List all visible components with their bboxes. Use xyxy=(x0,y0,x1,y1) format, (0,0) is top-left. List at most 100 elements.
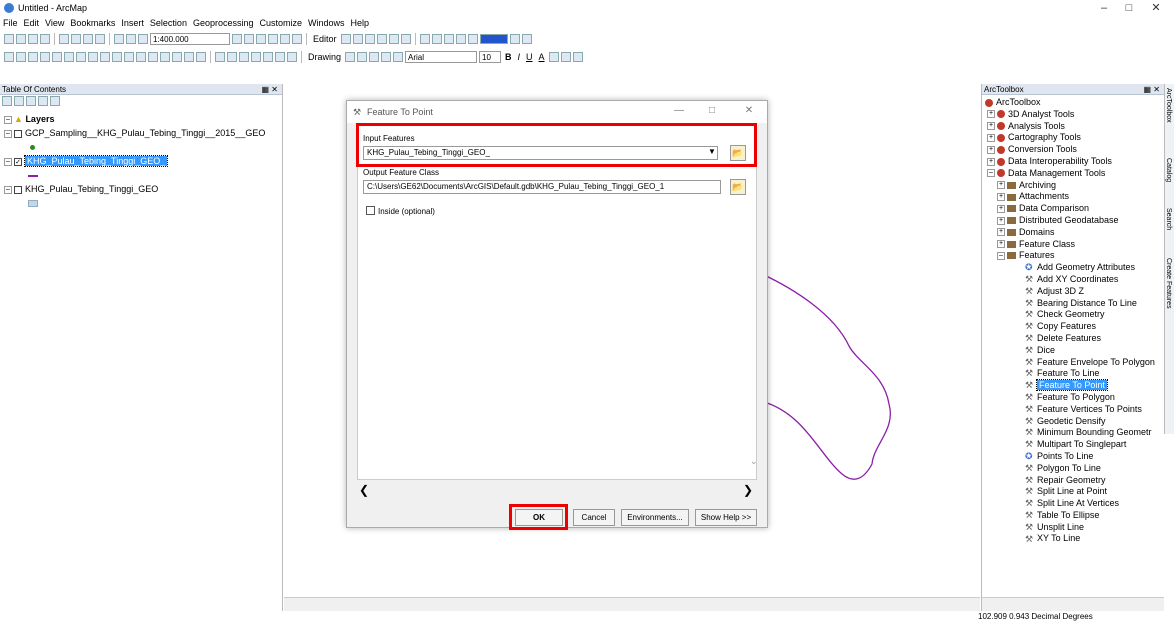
straight-segment-icon[interactable] xyxy=(352,33,363,44)
toolbox-item[interactable]: +3D Analyst Tools xyxy=(985,109,1164,121)
font-size-select[interactable]: 10 xyxy=(479,50,502,63)
expand-icon[interactable]: + xyxy=(987,122,995,131)
tool-item[interactable]: ⚒ Dice xyxy=(985,345,1164,357)
editor-menu[interactable]: Editor xyxy=(311,34,339,44)
tool-item[interactable]: ⚒ Feature To Line xyxy=(985,368,1164,380)
arctoolbox-side-tab[interactable]: ArcToolbox xyxy=(1165,84,1172,154)
collapse-icon[interactable]: – xyxy=(4,157,12,166)
menu-selection[interactable]: Selection xyxy=(147,16,190,30)
tool-item[interactable]: ⚒ Add XY Coordinates xyxy=(985,274,1164,286)
layer-visibility-checkbox[interactable]: ✓ xyxy=(14,157,22,166)
time-slider-icon[interactable] xyxy=(196,51,206,62)
toolset-item[interactable]: + Archiving xyxy=(985,180,1164,192)
menu-file[interactable]: File xyxy=(0,16,21,30)
line-color-icon[interactable] xyxy=(560,51,571,62)
menu-view[interactable]: View xyxy=(42,16,67,30)
print-icon[interactable] xyxy=(40,33,50,44)
expand-icon[interactable]: + xyxy=(987,145,995,154)
toc-layer-item[interactable]: – GCP_Sampling__KHG_Pulau_Tebing_Tinggi__… xyxy=(0,126,282,140)
data-view-icon[interactable] xyxy=(521,33,532,44)
dialog-horizontal-scrollbar[interactable]: ❮ ❯ xyxy=(357,483,757,498)
tool-item[interactable]: ⚒ Split Line at Point xyxy=(985,486,1164,498)
search-window-icon[interactable] xyxy=(268,33,278,44)
menu-windows[interactable]: Windows xyxy=(305,16,348,30)
python-icon[interactable] xyxy=(292,33,302,44)
clear-selection-icon[interactable] xyxy=(112,51,122,62)
toolbox-item[interactable]: + Data Interoperability Tools xyxy=(985,156,1164,168)
maximize-button[interactable]: □ xyxy=(1117,0,1141,16)
paste-icon[interactable] xyxy=(83,33,93,44)
tool-item[interactable]: ✪ Add Geometry Attributes xyxy=(985,262,1164,274)
close-button[interactable]: ✕ xyxy=(1144,0,1168,16)
font-name-select[interactable]: Arial xyxy=(405,50,478,63)
scroll-right-icon[interactable]: ❯ xyxy=(743,483,753,497)
split-icon[interactable] xyxy=(376,33,387,44)
full-extent-icon[interactable] xyxy=(40,51,50,62)
list-by-drawing-order-icon[interactable] xyxy=(2,96,12,106)
collapse-icon[interactable]: – xyxy=(4,115,12,124)
tool-item[interactable]: ⚒ Feature To Polygon xyxy=(985,392,1164,404)
georeferencing-icon[interactable] xyxy=(419,33,430,44)
tool-item[interactable]: ⚒ XY To Line xyxy=(985,533,1164,545)
drawing-menu[interactable]: Drawing xyxy=(306,52,343,62)
end-snap-icon[interactable] xyxy=(239,51,249,62)
table-of-contents-icon[interactable] xyxy=(244,33,254,44)
toolbox-item[interactable]: + Cartography Tools xyxy=(985,132,1164,144)
expand-icon[interactable]: + xyxy=(997,228,1005,237)
expand-icon[interactable]: + xyxy=(997,216,1005,225)
toolset-item[interactable]: + Data Comparison xyxy=(985,203,1164,215)
zoom-out-icon[interactable] xyxy=(16,51,26,62)
report-icon[interactable] xyxy=(287,51,297,62)
menu-geoprocessing[interactable]: Geoprocessing xyxy=(190,16,257,30)
edge-snap-icon[interactable] xyxy=(263,51,273,62)
create-features-side-tab[interactable]: Create Features xyxy=(1165,254,1172,344)
toolset-item[interactable]: + Domains xyxy=(985,227,1164,239)
select-elements-icon[interactable] xyxy=(124,51,134,62)
tool-item[interactable]: ⚒ Bearing Distance To Line xyxy=(985,298,1164,310)
toolbox-item[interactable]: – Data Management Tools xyxy=(985,168,1164,180)
dialog-close-button[interactable]: ✕ xyxy=(739,105,759,116)
tool-item[interactable]: ⚒ Unsplit Line xyxy=(985,522,1164,534)
tool-item[interactable]: ✪ Points To Line xyxy=(985,451,1164,463)
undo-icon[interactable] xyxy=(114,33,124,44)
marker-color-icon[interactable] xyxy=(572,51,583,62)
menu-help[interactable]: Help xyxy=(348,16,373,30)
tool-item[interactable]: ⚒ Feature Vertices To Points xyxy=(985,404,1164,416)
fixed-zoom-out-icon[interactable] xyxy=(64,51,74,62)
toc-layer-item[interactable]: – KHG_Pulau_Tebing_Tinggi_GEO xyxy=(0,182,282,196)
flicker-icon[interactable] xyxy=(455,33,466,44)
output-feature-class-input[interactable]: C:\Users\GE62\Documents\ArcGIS\Default.g… xyxy=(363,180,721,194)
menu-customize[interactable]: Customize xyxy=(257,16,306,30)
vertex-snap-icon[interactable] xyxy=(251,51,261,62)
swipe-icon[interactable] xyxy=(443,33,454,44)
measure-icon[interactable] xyxy=(184,51,194,62)
layer-icon[interactable] xyxy=(431,33,442,44)
arctoolbox-icon[interactable] xyxy=(280,33,290,44)
tool-item[interactable]: ⚒ Feature Envelope To Polygon xyxy=(985,357,1164,369)
new-text-icon[interactable] xyxy=(381,51,392,62)
expand-icon[interactable]: + xyxy=(997,240,1005,249)
zoom-in-icon[interactable] xyxy=(4,51,14,62)
html-popup-icon[interactable] xyxy=(160,51,170,62)
graph-icon[interactable] xyxy=(275,51,285,62)
tool-item[interactable]: ⚒ Multipart To Singlepart xyxy=(985,439,1164,451)
collapse-icon[interactable]: – xyxy=(4,185,12,194)
expand-icon[interactable]: + xyxy=(997,193,1005,201)
hyperlink-icon[interactable] xyxy=(148,51,158,62)
pin-icon[interactable]: ▦ ✕ xyxy=(1144,84,1160,95)
layer-visibility-checkbox[interactable] xyxy=(14,185,22,194)
pan-icon[interactable] xyxy=(28,51,38,62)
tool-item[interactable]: ⚒ Minimum Bounding Geometr xyxy=(985,427,1164,439)
scroll-down-icon[interactable]: ⌄ xyxy=(750,456,758,467)
toolset-item[interactable]: + Feature Class xyxy=(985,239,1164,251)
editor-toolbar-icon[interactable] xyxy=(232,33,242,44)
collapse-icon[interactable]: – xyxy=(997,251,1005,260)
minimize-button[interactable]: – xyxy=(1092,0,1116,16)
edit-tool-icon[interactable] xyxy=(340,33,351,44)
menu-bookmarks[interactable]: Bookmarks xyxy=(67,16,118,30)
add-data-icon[interactable] xyxy=(138,33,148,44)
forward-extent-icon[interactable] xyxy=(88,51,98,62)
toolbox-root[interactable]: ArcToolbox xyxy=(985,97,1164,109)
cancel-button[interactable]: Cancel xyxy=(573,509,615,526)
tool-item[interactable]: ⚒ Table To Ellipse xyxy=(985,510,1164,522)
